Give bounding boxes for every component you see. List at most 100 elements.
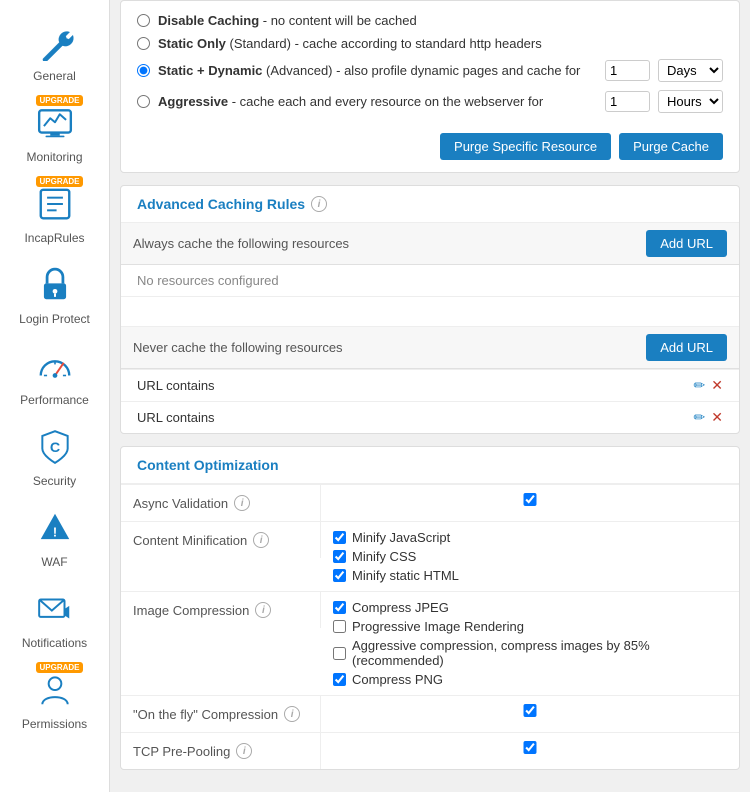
co-minification-info[interactable]: i bbox=[253, 532, 269, 548]
co-compress-jpeg-checkbox[interactable] bbox=[333, 601, 346, 614]
caching-disable-label: Disable Caching bbox=[158, 13, 259, 28]
co-progressive-img-text: Progressive Image Rendering bbox=[352, 619, 524, 634]
co-progressive-img-checkbox[interactable] bbox=[333, 620, 346, 633]
caching-sd-desc: - also profile dynamic pages and cache f… bbox=[336, 63, 580, 78]
sidebar-item-performance-label: Performance bbox=[20, 393, 89, 407]
co-minify-js-label[interactable]: Minify JavaScript bbox=[333, 530, 727, 545]
sidebar-item-permissions[interactable]: upgrade Permissions bbox=[0, 658, 109, 739]
co-minify-js-text: Minify JavaScript bbox=[352, 530, 450, 545]
sidebar-item-waf[interactable]: ! WAF bbox=[0, 496, 109, 577]
co-compress-jpeg-label[interactable]: Compress JPEG bbox=[333, 600, 727, 615]
caching-static-sub: (Standard) bbox=[230, 36, 291, 51]
purge-buttons-row: Purge Specific Resource Purge Cache bbox=[121, 125, 739, 172]
acr-url-actions-1: ✏ ✕ bbox=[694, 377, 723, 394]
co-minify-html-label[interactable]: Minify static HTML bbox=[333, 568, 727, 583]
co-compress-png-checkbox[interactable] bbox=[333, 673, 346, 686]
co-progressive-img-label[interactable]: Progressive Image Rendering bbox=[333, 619, 727, 634]
general-icon bbox=[31, 18, 79, 66]
acr-delete-icon-2[interactable]: ✕ bbox=[711, 409, 723, 426]
co-minification-controls: Minify JavaScript Minify CSS Minify stat… bbox=[321, 522, 739, 591]
caching-agg-unit[interactable]: Hours Days bbox=[658, 90, 723, 113]
acr-url-actions-2: ✏ ✕ bbox=[694, 409, 723, 426]
acr-edit-icon-2[interactable]: ✏ bbox=[694, 409, 706, 426]
svg-text:C: C bbox=[49, 440, 59, 456]
caching-agg-label: Aggressive bbox=[158, 94, 228, 109]
co-minification-label-text: Content Minification bbox=[133, 533, 247, 548]
caching-agg-desc: - cache each and every resource on the w… bbox=[232, 94, 543, 109]
co-minification-label: Content Minification i bbox=[121, 522, 321, 558]
notifications-icon bbox=[31, 585, 79, 633]
caching-radio-static[interactable] bbox=[137, 37, 150, 50]
co-minify-css-label[interactable]: Minify CSS bbox=[333, 549, 727, 564]
co-compress-png-label[interactable]: Compress PNG bbox=[333, 672, 727, 687]
caching-static-desc: - cache according to standard http heade… bbox=[295, 36, 542, 51]
upgrade-badge-permissions: upgrade bbox=[36, 662, 82, 673]
co-onthefly-controls bbox=[321, 696, 739, 725]
co-onthefly-info[interactable]: i bbox=[284, 706, 300, 722]
co-tcp-label: TCP Pre-Pooling i bbox=[121, 733, 321, 769]
co-header: Content Optimization bbox=[121, 447, 739, 484]
co-tcp-checkbox[interactable] bbox=[333, 741, 727, 754]
caching-options-section: Disable Caching - no content will be cac… bbox=[120, 0, 740, 173]
caching-agg-value[interactable] bbox=[605, 91, 650, 112]
co-onthefly-checkbox[interactable] bbox=[333, 704, 727, 717]
upgrade-badge-incaprules: upgrade bbox=[36, 176, 82, 187]
sidebar-item-permissions-label: Permissions bbox=[22, 717, 87, 731]
acr-edit-icon-1[interactable]: ✏ bbox=[694, 377, 706, 394]
sidebar-item-general-label: General bbox=[33, 69, 76, 83]
sidebar-item-incaprules-label: IncapRules bbox=[24, 231, 84, 245]
content-optimization-section: Content Optimization Async Validation i … bbox=[120, 446, 740, 770]
caching-radio-static-dynamic[interactable] bbox=[137, 64, 150, 77]
acr-never-label: Never cache the following resources bbox=[133, 340, 343, 355]
sidebar-item-login-protect[interactable]: Login Protect bbox=[0, 253, 109, 334]
co-tcp-info[interactable]: i bbox=[236, 743, 252, 759]
caching-radio-disable[interactable] bbox=[137, 14, 150, 27]
co-onthefly-label: "On the fly" Compression i bbox=[121, 696, 321, 732]
caching-options: Disable Caching - no content will be cac… bbox=[121, 1, 739, 125]
acr-never-cache-header: Never cache the following resources Add … bbox=[121, 327, 739, 369]
acr-url-contains-label-2: URL contains bbox=[137, 410, 215, 425]
purge-cache-button[interactable]: Purge Cache bbox=[619, 133, 723, 160]
co-minify-html-checkbox[interactable] bbox=[333, 569, 346, 582]
co-tcp-label-text: TCP Pre-Pooling bbox=[133, 744, 230, 759]
caching-sd-unit[interactable]: Days Hours bbox=[658, 59, 723, 82]
co-compress-jpeg-text: Compress JPEG bbox=[352, 600, 449, 615]
caching-sd-value[interactable] bbox=[605, 60, 650, 81]
acr-url-contains-label-1: URL contains bbox=[137, 378, 215, 393]
incaprules-icon: upgrade bbox=[31, 180, 79, 228]
sidebar-item-security[interactable]: C Security bbox=[0, 415, 109, 496]
svg-text:!: ! bbox=[52, 526, 56, 540]
monitoring-icon: upgrade bbox=[31, 99, 79, 147]
acr-spacer bbox=[121, 297, 739, 327]
co-minify-js-checkbox[interactable] bbox=[333, 531, 346, 544]
login-protect-icon bbox=[31, 261, 79, 309]
sidebar-item-notifications[interactable]: Notifications bbox=[0, 577, 109, 658]
permissions-icon: upgrade bbox=[31, 666, 79, 714]
sidebar-item-monitoring[interactable]: upgrade Monitoring bbox=[0, 91, 109, 172]
sidebar-item-notifications-label: Notifications bbox=[22, 636, 87, 650]
sidebar-item-incaprules[interactable]: upgrade IncapRules bbox=[0, 172, 109, 253]
acr-never-add-url-button[interactable]: Add URL bbox=[646, 334, 727, 361]
co-row-tcp-prepooling: TCP Pre-Pooling i bbox=[121, 732, 739, 769]
co-tcp-controls bbox=[321, 733, 739, 762]
co-async-checkbox[interactable] bbox=[333, 493, 727, 506]
caching-row-disable: Disable Caching - no content will be cac… bbox=[137, 9, 723, 32]
acr-delete-icon-1[interactable]: ✕ bbox=[711, 377, 723, 394]
caching-row-static: Static Only (Standard) - cache according… bbox=[137, 32, 723, 55]
co-async-info[interactable]: i bbox=[234, 495, 250, 511]
sidebar-item-performance[interactable]: Performance bbox=[0, 334, 109, 415]
co-aggressive-compress-label[interactable]: Aggressive compression, compress images … bbox=[333, 638, 727, 668]
co-aggressive-compress-checkbox[interactable] bbox=[333, 647, 346, 660]
co-row-async-validation: Async Validation i bbox=[121, 484, 739, 521]
caching-row-static-dynamic: Static + Dynamic (Advanced) - also profi… bbox=[137, 55, 723, 86]
caching-static-label: Static Only bbox=[158, 36, 226, 51]
acr-always-add-url-button[interactable]: Add URL bbox=[646, 230, 727, 257]
co-minify-css-checkbox[interactable] bbox=[333, 550, 346, 563]
caching-radio-aggressive[interactable] bbox=[137, 95, 150, 108]
co-async-label-text: Async Validation bbox=[133, 496, 228, 511]
co-image-info[interactable]: i bbox=[255, 602, 271, 618]
purge-specific-button[interactable]: Purge Specific Resource bbox=[440, 133, 611, 160]
acr-info-icon[interactable]: i bbox=[311, 196, 327, 212]
upgrade-badge-monitoring: upgrade bbox=[36, 95, 82, 106]
sidebar-item-general[interactable]: General bbox=[0, 10, 109, 91]
